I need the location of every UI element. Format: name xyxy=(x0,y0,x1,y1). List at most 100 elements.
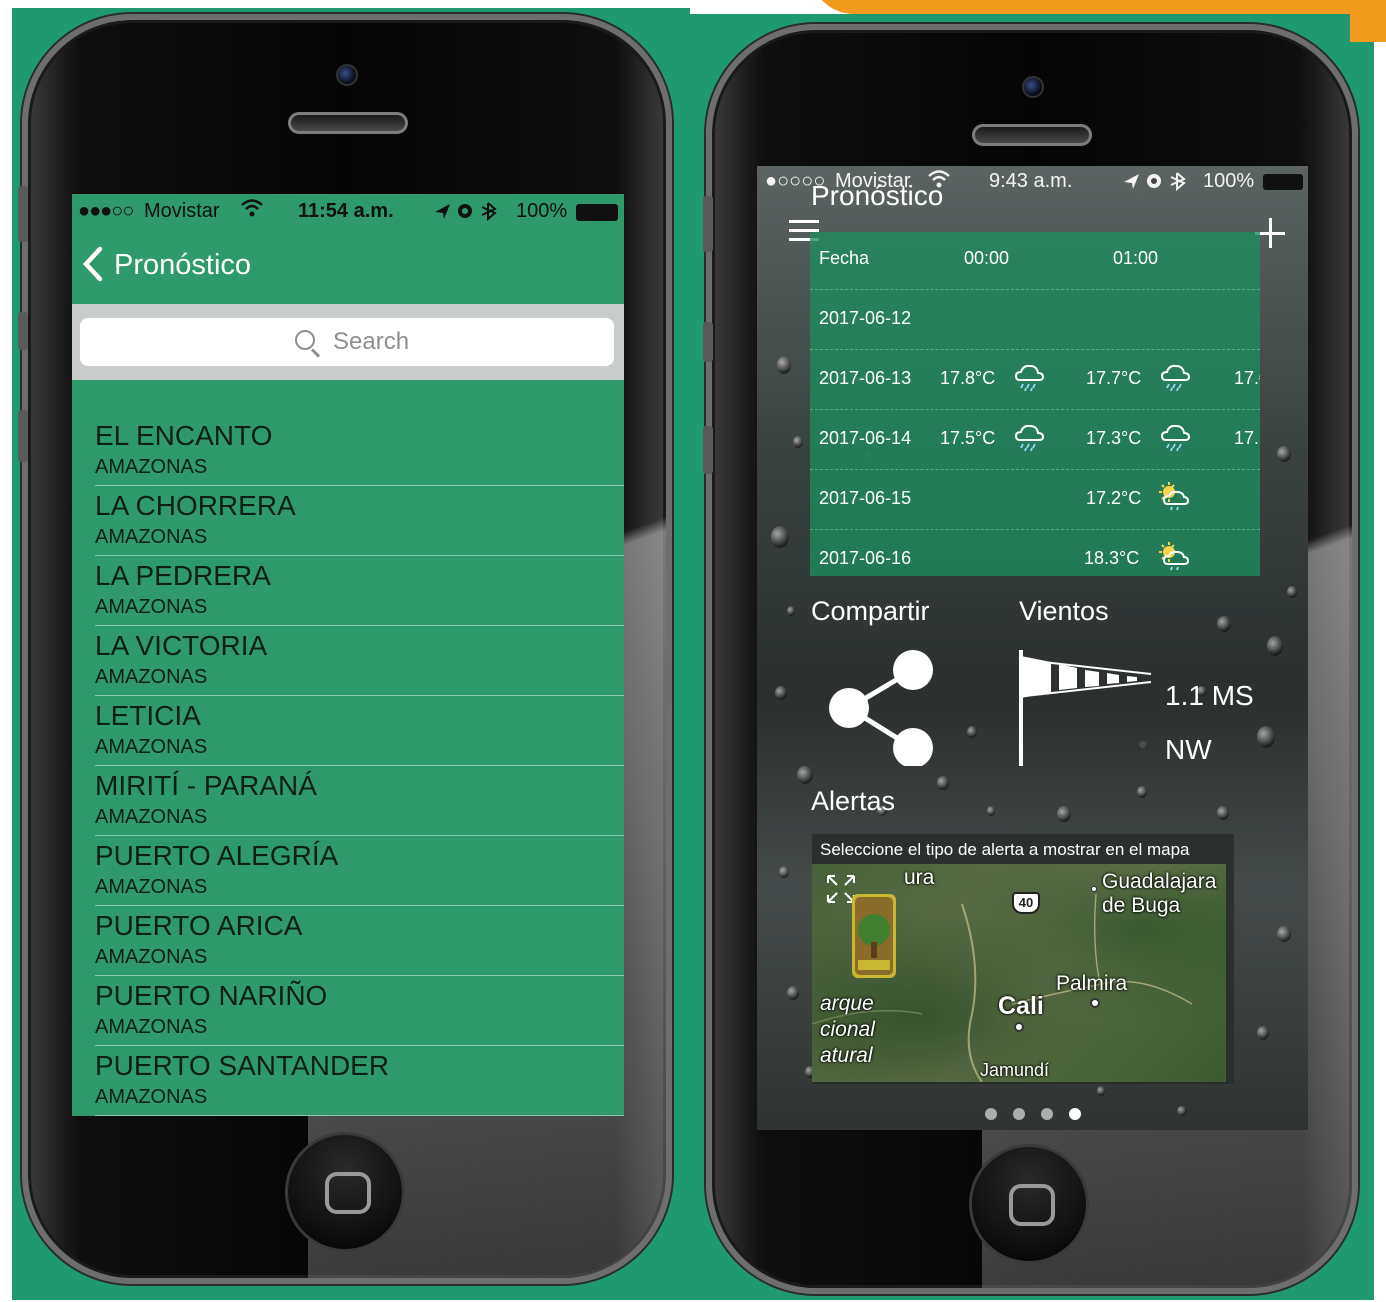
forecast-date: 2017-06-15 xyxy=(819,488,912,508)
city-name: LA CHORRERA xyxy=(95,490,296,521)
map-label: Cali xyxy=(998,992,1044,1020)
list-item[interactable]: PUERTO NARIÑO AMAZONAS xyxy=(95,976,624,1046)
status-icons xyxy=(1121,169,1201,199)
battery-icon xyxy=(1263,174,1303,190)
page-dot-active[interactable] xyxy=(1069,1108,1081,1120)
city-name: PUERTO ALEGRÍA xyxy=(95,840,339,871)
city-department: AMAZONAS xyxy=(95,1086,208,1108)
city-name: PUERTO ARICA xyxy=(95,910,303,941)
route-shield: 40 xyxy=(1012,892,1040,914)
share-section-label: Compartir xyxy=(811,596,930,626)
tree-marker-icon[interactable] xyxy=(852,894,896,978)
temperature: 18.3°C xyxy=(1084,548,1140,568)
alarm-icon xyxy=(458,204,472,218)
page-dot[interactable] xyxy=(1013,1108,1025,1120)
city-department: AMAZONAS xyxy=(95,456,208,478)
page-dot[interactable] xyxy=(985,1108,997,1120)
city-department: AMAZONAS xyxy=(95,666,208,688)
left-phone-speaker xyxy=(288,112,408,134)
temperature: 17.5°C xyxy=(940,428,996,448)
right-phone-mute-switch xyxy=(703,196,713,252)
temperature: 17.: xyxy=(1234,428,1260,448)
bluetooth-icon xyxy=(1170,172,1186,192)
date-column-header: Fecha xyxy=(819,248,870,268)
temperature: 17.8°C xyxy=(940,368,996,388)
status-bar: ●●●○○ Movistar 11:54 a.m. 100% xyxy=(72,194,624,230)
list-item[interactable]: LETICIA AMAZONAS xyxy=(95,696,624,766)
list-item[interactable]: PUERTO ARICA AMAZONAS xyxy=(95,906,624,976)
right-phone-camera xyxy=(1022,76,1044,98)
page-title: Pronóstico xyxy=(811,180,944,211)
wind-speed: 1.1 MS xyxy=(1165,680,1254,711)
city-department: AMAZONAS xyxy=(95,946,208,968)
right-screen: ●○○○○ Movistar 9:43 a.m. 100% Pronóstico… xyxy=(757,166,1308,1130)
city-department: AMAZONAS xyxy=(95,736,208,758)
search-icon xyxy=(295,330,315,350)
temperature: 17.7°C xyxy=(1086,368,1142,388)
list-item[interactable]: PUERTO SANTANDER AMAZONAS xyxy=(95,1046,624,1116)
city-department: AMAZONAS xyxy=(95,1016,208,1038)
table-row: 2017-06-12 xyxy=(810,292,1260,352)
city-department: AMAZONAS xyxy=(95,806,208,828)
temperature: 17.€ xyxy=(1234,368,1260,388)
forecast-date: 2017-06-14 xyxy=(819,428,912,448)
map-label: arque xyxy=(820,992,874,1015)
page-indicator[interactable] xyxy=(985,1108,1095,1122)
left-phone-volume-up xyxy=(18,312,28,350)
map-label: atural xyxy=(820,1044,873,1067)
carrier-name: Movistar xyxy=(144,200,220,222)
location-icon xyxy=(1124,174,1139,189)
list-item[interactable]: EL ENCANTO AMAZONAS xyxy=(95,416,624,486)
rain-cloud-icon xyxy=(1160,364,1191,392)
left-screen: ●●●○○ Movistar 11:54 a.m. 100% Pronóstic… xyxy=(72,194,624,1116)
hour-column-header: 00:00 xyxy=(964,248,1010,268)
chevron-left-icon[interactable] xyxy=(80,244,106,292)
status-time: 9:43 a.m. xyxy=(989,170,1073,192)
left-phone-volume-down xyxy=(18,410,28,462)
right-phone-home-button[interactable] xyxy=(969,1144,1089,1264)
wifi-icon xyxy=(240,197,264,225)
sun-rain-cloud-icon xyxy=(1159,482,1190,511)
share-icon[interactable] xyxy=(825,646,937,766)
city-name: MIRITÍ - PARANÁ xyxy=(95,770,317,801)
back-button-label[interactable]: Pronóstico xyxy=(114,249,251,282)
map-label: de Buga xyxy=(1102,894,1181,917)
temperature: 17.3°C xyxy=(1086,428,1142,448)
alarm-icon xyxy=(1147,174,1161,188)
temperature: 17.2°C xyxy=(1086,488,1142,508)
forecast-table[interactable]: Fecha 00:00 01:00 2017-06-12 2017-06-13 … xyxy=(810,232,1260,576)
status-icons xyxy=(432,199,512,229)
list-item[interactable]: PUERTO ALEGRÍA AMAZONAS xyxy=(95,836,624,906)
list-item[interactable]: MIRITÍ - PARANÁ AMAZONAS xyxy=(95,766,624,836)
city-department: AMAZONAS xyxy=(95,596,208,618)
list-item[interactable]: LA PEDRERA AMAZONAS xyxy=(95,556,624,626)
page-dot[interactable] xyxy=(1041,1108,1053,1120)
alerts-panel: Seleccione el tipo de alerta a mostrar e… xyxy=(812,834,1234,1084)
list-item[interactable]: LA VICTORIA AMAZONAS xyxy=(95,626,624,696)
bluetooth-icon xyxy=(481,202,497,222)
list-item[interactable]: LA CHORRERA AMAZONAS xyxy=(95,486,624,556)
alerts-section-label: Alertas xyxy=(811,786,896,816)
rain-cloud-icon xyxy=(1014,364,1045,392)
left-phone-home-button[interactable] xyxy=(285,1132,405,1252)
city-name: EL ENCANTO xyxy=(95,420,273,451)
city-name: PUERTO SANTANDER xyxy=(95,1050,390,1081)
table-row: 2017-06-15 17.2°C xyxy=(810,472,1260,532)
city-name: LA PEDRERA xyxy=(95,560,271,591)
search-input[interactable]: Search xyxy=(80,318,614,366)
city-name: PUERTO NARIÑO xyxy=(95,980,328,1011)
map-label: Guadalajara xyxy=(1102,870,1217,893)
alerts-map[interactable]: ura 40 Guadalajara de Buga Palmira Cali … xyxy=(812,864,1226,1082)
table-row: 2017-06-13 17.8°C 17.7°C 17.€ xyxy=(810,352,1260,412)
alerts-caption: Seleccione el tipo de alerta a mostrar e… xyxy=(820,840,1190,859)
map-label: ura xyxy=(904,866,935,889)
rain-cloud-icon xyxy=(1160,424,1191,452)
status-time: 11:54 a.m. xyxy=(298,200,394,222)
city-marker xyxy=(1014,1022,1024,1032)
wind-direction: NW xyxy=(1165,734,1212,765)
battery-percentage: 100% xyxy=(1203,170,1255,192)
table-row: 2017-06-14 17.5°C 17.3°C 17.: xyxy=(810,412,1260,472)
city-marker xyxy=(1091,886,1097,892)
battery-icon xyxy=(576,204,618,221)
forecast-date: 2017-06-16 xyxy=(819,548,912,568)
